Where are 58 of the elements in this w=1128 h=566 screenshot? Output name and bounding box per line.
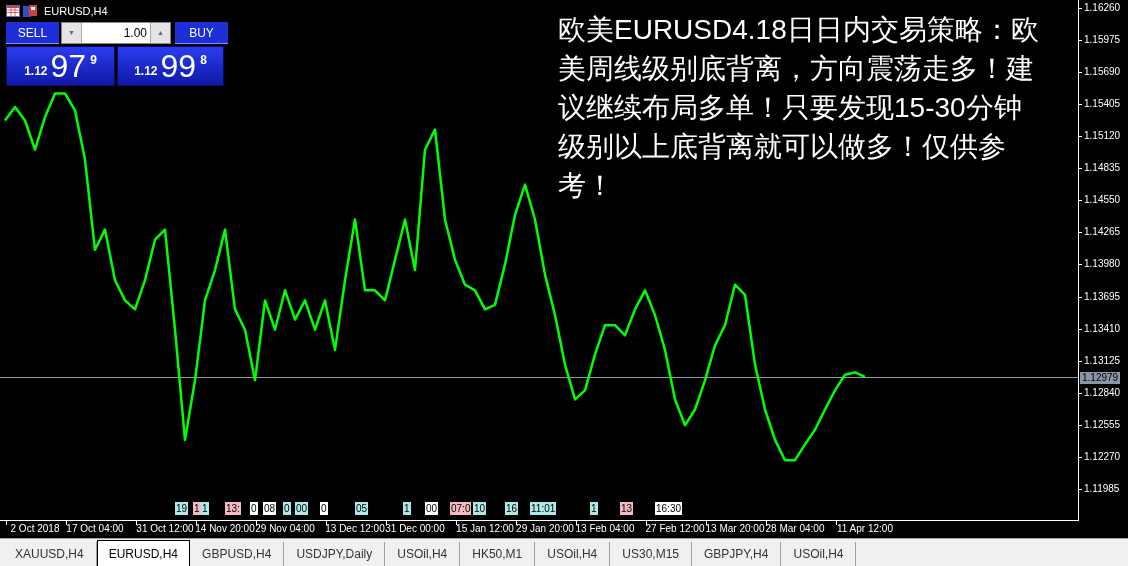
time-label: 13 Mar 20:00	[705, 522, 765, 536]
event-marker[interactable]: 13:	[225, 502, 241, 515]
event-marker[interactable]: 0	[320, 502, 328, 515]
event-marker[interactable]: 07:0	[450, 502, 472, 515]
chart-tab[interactable]: EURUSD,H4	[96, 540, 191, 566]
price-label: 1.11985	[1084, 482, 1120, 495]
event-marker[interactable]: 0	[250, 502, 258, 515]
event-marker[interactable]: 16:30	[655, 502, 683, 515]
price-label: 1.15690	[1084, 66, 1121, 79]
lot-field[interactable]: 1.00	[82, 23, 150, 43]
current-price-label: 1.12979	[1080, 371, 1121, 384]
time-label: 17 Oct 04:00	[65, 522, 125, 536]
time-label: 31 Dec 00:00	[385, 522, 445, 536]
price-label: 1.12555	[1084, 418, 1121, 431]
table-icon[interactable]	[6, 5, 20, 17]
time-label: 29 Nov 04:00	[255, 522, 315, 536]
event-marker[interactable]: 0	[283, 502, 291, 515]
sell-button[interactable]: SELL	[6, 22, 59, 44]
time-label: 15 Jan 12:00	[455, 522, 515, 536]
price-label: 1.12840	[1084, 386, 1121, 399]
chart-title: EURUSD,H4	[44, 3, 108, 19]
time-label: 14 Nov 20:00	[195, 522, 255, 536]
time-label: 27 Feb 12:00	[645, 522, 705, 536]
note-text: 欧美EURUSD4.18日日内交易策略：欧美周线级别底背离，方向震荡走多！建议继续布局多单！只要发现15-30分钟级别以上底背离就可以做多！仅供参考！	[558, 13, 1040, 203]
event-marker[interactable]: 05	[355, 502, 369, 515]
time-label: 31 Oct 12:00	[135, 522, 195, 536]
price-label: 1.13125	[1084, 354, 1121, 367]
event-marker[interactable]: 10	[473, 502, 487, 515]
event-marker[interactable]: 13	[620, 502, 634, 515]
price-label: 1.15405	[1084, 98, 1121, 111]
price-label: 1.15120	[1084, 130, 1121, 143]
price-label: 1.16260	[1084, 2, 1121, 14]
event-marker[interactable]: 08	[263, 502, 277, 515]
price-label: 1.12270	[1084, 450, 1121, 463]
buy-button[interactable]: BUY	[175, 22, 228, 44]
event-marker[interactable]: 1	[193, 502, 201, 515]
price-label: 1.14265	[1084, 226, 1121, 239]
time-label: 13 Feb 04:00	[575, 522, 635, 536]
time-label: 13 Dec 12:00	[325, 522, 385, 536]
event-marker[interactable]: 00	[295, 502, 309, 515]
event-marker[interactable]: 1	[590, 502, 598, 515]
time-label: 11 Apr 12:00	[836, 522, 894, 536]
event-marker[interactable]: 1	[201, 502, 209, 515]
price-label: 1.13980	[1084, 258, 1121, 271]
price-label: 1.13695	[1084, 290, 1121, 303]
time-label: 29 Jan 20:00	[515, 522, 575, 536]
time-label: 2 Oct 2018	[9, 522, 61, 536]
event-marker[interactable]: 16	[505, 502, 519, 515]
time-label: 28 Mar 04:00	[765, 522, 825, 536]
price-label: 1.14835	[1084, 162, 1121, 175]
event-marker[interactable]: 19	[175, 502, 189, 515]
event-marker[interactable]: 1	[403, 502, 411, 515]
folder-icon[interactable]	[23, 5, 37, 17]
price-label: 1.13410	[1084, 322, 1121, 335]
price-label: 1.14550	[1084, 194, 1121, 207]
event-marker[interactable]: 11:01	[530, 502, 557, 515]
event-marker[interactable]: 00	[425, 502, 439, 515]
price-label: 1.15975	[1084, 34, 1121, 47]
